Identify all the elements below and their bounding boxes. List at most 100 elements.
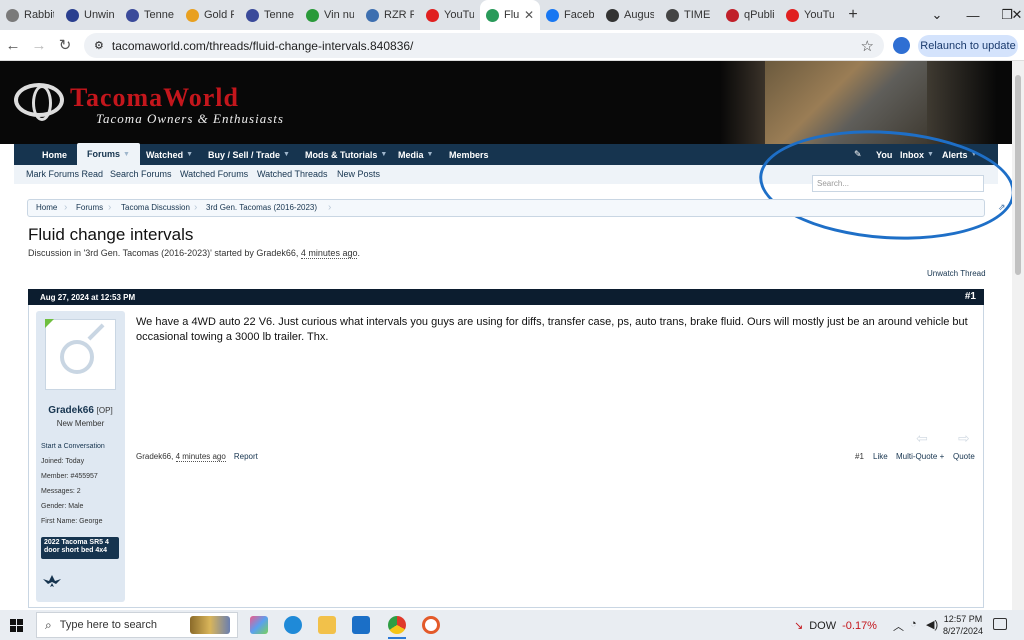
bookmark-star-icon[interactable]: ☆ bbox=[861, 37, 874, 55]
desc-suffix: . bbox=[357, 248, 360, 258]
subnav-mark-forums-read[interactable]: Mark Forums Read bbox=[26, 165, 103, 184]
nav-members[interactable]: Members bbox=[449, 144, 489, 165]
user-member-number: Member: #455957 bbox=[41, 473, 98, 480]
subnav-search-forums[interactable]: Search Forums bbox=[110, 165, 172, 184]
page-scrollbar[interactable] bbox=[1012, 61, 1024, 610]
web-page: TacomaWorld Tacoma Owners & Enthusiasts … bbox=[0, 61, 1012, 610]
minimize-button[interactable]: — bbox=[956, 0, 990, 30]
volume-icon[interactable]: ◀) bbox=[926, 618, 938, 631]
start-conversation-link[interactable]: Start a Conversation bbox=[41, 443, 105, 450]
chevron-up-icon[interactable]: ︿ bbox=[893, 618, 904, 634]
tab-label: YouTu bbox=[804, 9, 834, 21]
arrow-left-icon[interactable]: ⇦ bbox=[916, 430, 928, 447]
notification-icon[interactable] bbox=[993, 618, 1007, 630]
post-permalink[interactable]: #1 bbox=[855, 452, 864, 461]
breadcrumb-home[interactable]: Home bbox=[36, 200, 57, 216]
chevron-right-icon: › bbox=[108, 202, 112, 213]
browser-tab[interactable]: Tennes bbox=[120, 0, 180, 30]
relaunch-button[interactable]: Relaunch to update bbox=[918, 35, 1018, 57]
system-clock[interactable]: 12:57 PM 8/27/2024 bbox=[940, 613, 986, 637]
breadcrumb-tacoma-discussion[interactable]: Tacoma Discussion bbox=[121, 200, 190, 216]
chrome-icon[interactable] bbox=[388, 616, 406, 634]
arrow-right-icon[interactable]: ⇨ bbox=[958, 430, 970, 447]
jump-to-icon[interactable]: ⇗ bbox=[998, 202, 1006, 213]
post-number[interactable]: #1 bbox=[965, 291, 976, 302]
report-link[interactable]: Report bbox=[234, 452, 258, 461]
browser-tab[interactable]: TIME M bbox=[660, 0, 720, 30]
url-field[interactable]: ⚙ tacomaworld.com/threads/fluid-change-i… bbox=[84, 33, 884, 58]
chevron-right-icon: › bbox=[64, 202, 68, 213]
site-info-icon[interactable]: ⚙ bbox=[94, 39, 104, 52]
breadcrumb-forums[interactable]: Forums bbox=[76, 200, 103, 216]
breadcrumb-3rd-gen[interactable]: 3rd Gen. Tacomas (2016-2023) bbox=[206, 200, 317, 216]
unwatch-thread-link[interactable]: Unwatch Thread bbox=[927, 269, 986, 278]
browser-tab[interactable]: Facebo bbox=[540, 0, 600, 30]
clock-time: 12:57 PM bbox=[943, 614, 983, 624]
caret-down-icon: ▼ bbox=[426, 151, 434, 158]
browser-tab[interactable]: Tennes bbox=[240, 0, 300, 30]
username[interactable]: Gradek66 [OP] bbox=[36, 405, 125, 416]
tab-label: August bbox=[624, 9, 654, 21]
scrollbar-thumb[interactable] bbox=[1015, 75, 1021, 275]
new-tab-button[interactable]: + bbox=[840, 6, 866, 24]
wifi-icon[interactable]: ◔ bbox=[910, 618, 917, 630]
desc-time[interactable]: 4 minutes ago bbox=[300, 248, 358, 259]
toyota-logo-icon[interactable] bbox=[14, 83, 64, 121]
address-bar-row: ← → ↻ ⚙ tacomaworld.com/threads/fluid-ch… bbox=[0, 30, 1024, 61]
close-tab-icon[interactable]: ✕ bbox=[521, 8, 534, 22]
nav-mods-tutorials[interactable]: Mods & Tutorials ▼ bbox=[305, 144, 387, 165]
nav-buy-sell-trade[interactable]: Buy / Sell / Trade ▼ bbox=[208, 144, 290, 165]
reload-button[interactable]: ↻ bbox=[52, 36, 78, 54]
forward-button[interactable]: → bbox=[26, 37, 52, 54]
browser-tab[interactable]: Gold P bbox=[180, 0, 240, 30]
post-date: Aug 27, 2024 at 12:53 PM bbox=[40, 293, 136, 302]
browser-tab[interactable]: YouTu bbox=[420, 0, 480, 30]
subnav-watched-forums[interactable]: Watched Forums bbox=[180, 165, 248, 184]
avatar[interactable] bbox=[45, 319, 116, 390]
browser-tab[interactable]: RZR P bbox=[360, 0, 420, 30]
subnav-watched-threads[interactable]: Watched Threads bbox=[257, 165, 328, 184]
site-logo-title[interactable]: TacomaWorld bbox=[70, 83, 239, 113]
search-highlight-image[interactable] bbox=[190, 616, 230, 634]
tab-favicon-icon bbox=[306, 8, 319, 22]
file-explorer-icon[interactable] bbox=[318, 616, 336, 634]
back-button[interactable]: ← bbox=[0, 37, 26, 54]
search-icon: ⌕ bbox=[45, 617, 52, 632]
user-joined: Joined: Today bbox=[41, 458, 85, 465]
mail-icon[interactable] bbox=[352, 616, 370, 634]
edge-browser-icon[interactable] bbox=[284, 616, 302, 634]
profile-avatar[interactable] bbox=[893, 37, 910, 54]
nav-media[interactable]: Media ▼ bbox=[398, 144, 433, 165]
tab-favicon-icon bbox=[186, 8, 199, 22]
browser-tab[interactable]: Rabbit bbox=[0, 0, 60, 30]
copilot-icon[interactable] bbox=[250, 616, 268, 634]
browser-tab[interactable]: Unwinc bbox=[60, 0, 120, 30]
browser-tab[interactable]: Vin nu bbox=[300, 0, 360, 30]
windows-start-icon[interactable] bbox=[10, 619, 23, 632]
post-time[interactable]: 4 minutes ago bbox=[175, 452, 226, 462]
nav-forums[interactable]: Forums ▼ bbox=[77, 143, 140, 165]
subnav-new-posts[interactable]: New Posts bbox=[337, 165, 380, 184]
tab-label: Vin nu bbox=[324, 9, 354, 21]
page-title: Fluid change intervals bbox=[28, 225, 194, 244]
tab-favicon-icon bbox=[546, 8, 559, 22]
quote-button[interactable]: Quote bbox=[953, 452, 975, 461]
stock-ticker[interactable]: ↘ DOW -0.17% bbox=[794, 619, 877, 632]
browser-tab[interactable]: August bbox=[600, 0, 660, 30]
browser-tab[interactable]: qPubli bbox=[720, 0, 780, 30]
post: Gradek66 [OP] New Member Start a Convers… bbox=[28, 305, 984, 608]
chart-down-icon: ↘ bbox=[794, 620, 804, 632]
nav-watched[interactable]: Watched ▼ bbox=[146, 144, 193, 165]
tab-label: Facebo bbox=[564, 9, 594, 21]
post-author[interactable]: Gradek66, bbox=[136, 452, 176, 461]
multi-quote-button[interactable]: Multi-Quote + bbox=[896, 452, 944, 461]
like-button[interactable]: Like bbox=[873, 452, 888, 461]
browser-tab-active[interactable]: Flu ✕ bbox=[480, 0, 540, 30]
opera-icon[interactable] bbox=[422, 616, 440, 634]
user-info-panel: Gradek66 [OP] New Member Start a Convers… bbox=[36, 311, 125, 602]
close-window-button[interactable]: ✕ bbox=[1010, 0, 1024, 30]
chevron-down-icon[interactable]: ⌄ bbox=[920, 0, 954, 30]
caret-down-icon: ▼ bbox=[283, 151, 290, 158]
nav-home[interactable]: Home bbox=[42, 144, 67, 165]
browser-tab[interactable]: YouTu bbox=[780, 0, 840, 30]
